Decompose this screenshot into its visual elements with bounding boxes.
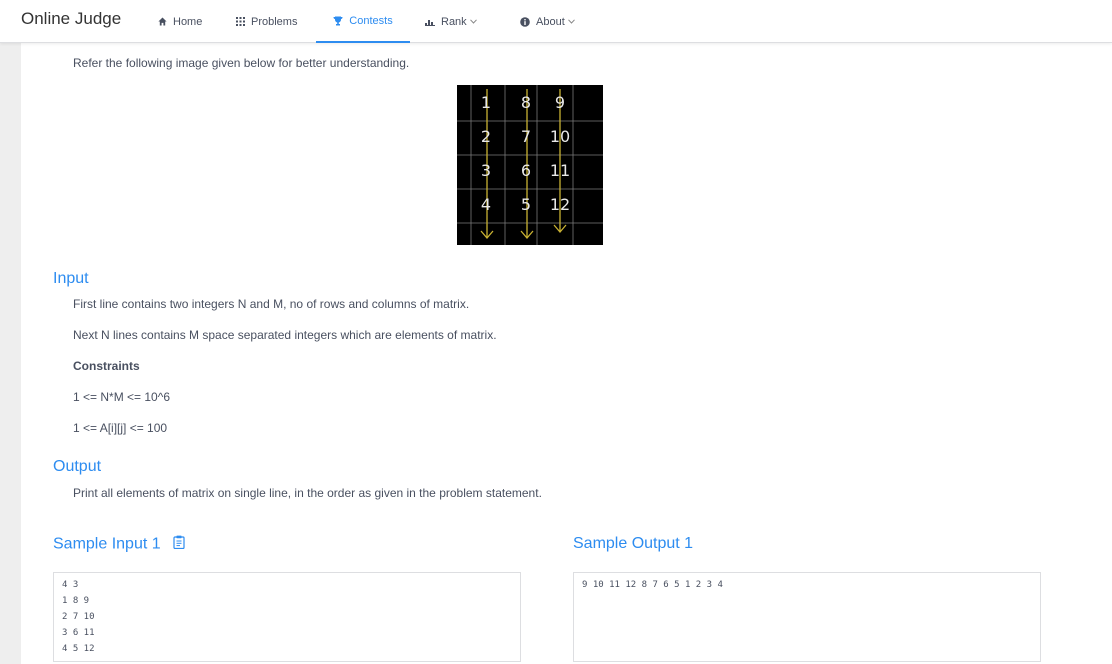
- nav-home-label: Home: [173, 15, 203, 28]
- nav-contests-label: Contests: [349, 14, 393, 27]
- matrix-figure-number: 8: [521, 93, 531, 112]
- constraint-1: 1 <= N*M <= 10^6: [73, 390, 171, 404]
- matrix-figure-number: 2: [481, 127, 491, 146]
- nav-contests[interactable]: Contests: [316, 0, 410, 43]
- matrix-figure-number: 3: [481, 161, 491, 180]
- nav-problems-label: Problems: [251, 15, 298, 28]
- output-section-title: Output: [53, 458, 102, 475]
- output-description: Print all elements of matrix on single l…: [73, 486, 542, 500]
- clipboard-icon[interactable]: [173, 535, 185, 554]
- matrix-figure-number: 9: [555, 93, 565, 112]
- nav-about-label: About: [536, 15, 565, 28]
- input-section-title: Input: [53, 270, 89, 287]
- matrix-traversal-image: 1 8 9 2 7 10 3 6 11 4 5 12: [457, 85, 603, 245]
- sample-input-line: 4 3: [62, 580, 79, 590]
- sample-input-line: 3 6 11: [62, 628, 95, 638]
- constraints-heading: Constraints: [73, 359, 140, 373]
- refer-text: Refer the following image given below fo…: [73, 56, 410, 70]
- sample-input-line: 2 7 10: [62, 612, 95, 622]
- sample-output-title: Sample Output 1: [573, 535, 694, 552]
- home-icon: [158, 17, 167, 26]
- matrix-figure-number: 7: [521, 127, 531, 146]
- sample-input-line: 4 5 12: [62, 644, 95, 654]
- nav-rank-label: Rank: [441, 15, 467, 28]
- bar-chart-icon: [425, 17, 435, 26]
- input-description-line-1: First line contains two integers N and M…: [73, 297, 470, 311]
- matrix-figure-number: 6: [521, 161, 531, 180]
- brand-logo[interactable]: Online Judge: [21, 9, 121, 29]
- sample-output-box[interactable]: 9 10 11 12 8 7 6 5 1 2 3 4: [573, 572, 1041, 662]
- problem-panel: Refer the following image given below fo…: [21, 43, 1112, 664]
- sample-input-title-text: Sample Input 1: [53, 535, 161, 553]
- sample-input-title: Sample Input 1: [53, 535, 185, 554]
- nav-problems[interactable]: Problems: [236, 0, 297, 43]
- grid-icon: [236, 17, 245, 26]
- matrix-figure-number: 11: [550, 161, 570, 180]
- matrix-figure-number: 1: [481, 93, 491, 112]
- chevron-down-icon: [567, 17, 575, 26]
- matrix-figure-number: 5: [521, 195, 531, 214]
- matrix-figure-number: 12: [550, 195, 570, 214]
- input-description-line-2: Next N lines contains M space separated …: [73, 328, 497, 342]
- chevron-down-icon: [469, 17, 477, 26]
- nav-rank[interactable]: Rank: [425, 0, 477, 43]
- matrix-figure-number: 4: [481, 195, 491, 214]
- sample-input-box[interactable]: 4 3 1 8 9 2 7 10 3 6 11 4 5 12: [53, 572, 521, 662]
- sample-input-line: 1 8 9: [62, 596, 90, 606]
- info-icon: [520, 16, 530, 27]
- constraint-2: 1 <= A[i][j] <= 100: [73, 421, 168, 435]
- trophy-icon: [333, 16, 343, 26]
- matrix-figure-number: 10: [550, 127, 570, 146]
- nav-about[interactable]: About: [520, 0, 575, 43]
- top-navbar: Online Judge Home Problems Contests Rank: [0, 0, 1112, 43]
- nav-home[interactable]: Home: [158, 0, 202, 43]
- sample-output-line: 9 10 11 12 8 7 6 5 1 2 3 4: [582, 580, 723, 590]
